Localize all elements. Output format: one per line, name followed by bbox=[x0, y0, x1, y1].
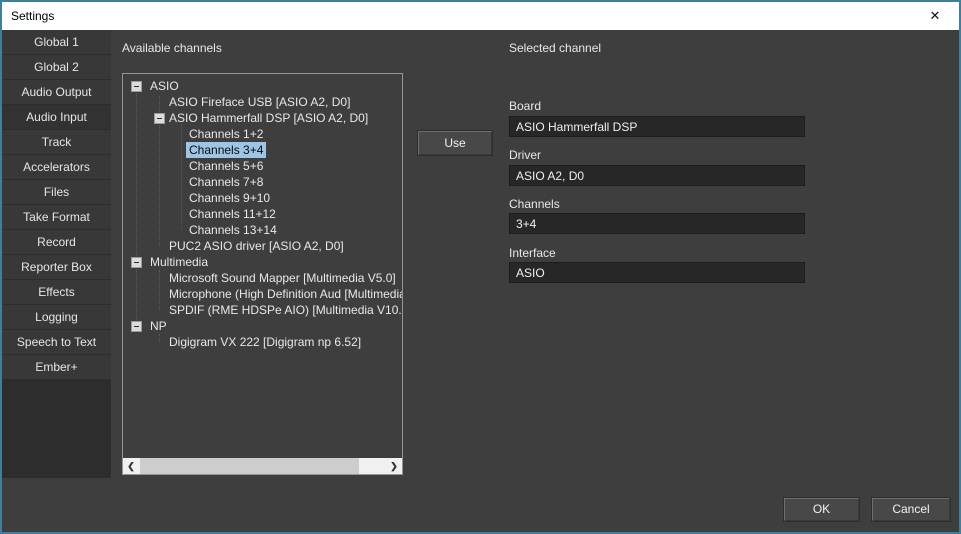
settings-sidebar: Global 1 Global 2 Audio Output Audio Inp… bbox=[2, 30, 111, 478]
tree-item-channels-11-12[interactable]: Channels 11+12 bbox=[123, 206, 402, 222]
available-channels-label: Available channels bbox=[122, 41, 222, 55]
tree-item-label: Multimedia bbox=[147, 254, 211, 270]
tree-item-sound-mapper[interactable]: Microsoft Sound Mapper [Multimedia V5.0] bbox=[123, 270, 402, 286]
tree-item-label: Microsoft Sound Mapper [Multimedia V5.0] bbox=[166, 270, 399, 286]
scroll-left-icon[interactable]: ❮ bbox=[123, 458, 139, 474]
driver-field[interactable] bbox=[509, 165, 805, 186]
tree-item-channels-5-6[interactable]: Channels 5+6 bbox=[123, 158, 402, 174]
sidebar-item-take-format[interactable]: Take Format bbox=[2, 205, 111, 229]
tree-item-channels-1-2[interactable]: Channels 1+2 bbox=[123, 126, 402, 142]
sidebar-item-effects[interactable]: Effects bbox=[2, 280, 111, 304]
tree-item-np[interactable]: NP bbox=[123, 318, 402, 334]
sidebar-item-logging[interactable]: Logging bbox=[2, 305, 111, 329]
tree-item-label: Channels 1+2 bbox=[186, 126, 266, 142]
board-field[interactable] bbox=[509, 116, 805, 137]
tree-item-puc2[interactable]: PUC2 ASIO driver [ASIO A2, D0] bbox=[123, 238, 402, 254]
scrollbar-thumb[interactable] bbox=[140, 458, 359, 474]
tree-item-label: SPDIF (RME HDSPe AIO) [Multimedia V10.0] bbox=[166, 302, 402, 318]
interface-field[interactable] bbox=[509, 262, 805, 283]
sidebar-item-global-1[interactable]: Global 1 bbox=[2, 30, 111, 54]
sidebar-item-files[interactable]: Files bbox=[2, 180, 111, 204]
horizontal-scrollbar[interactable]: ❮ ❯ bbox=[123, 458, 402, 474]
tree-item-label: NP bbox=[147, 318, 170, 334]
tree-item-asio[interactable]: ASIO bbox=[123, 78, 402, 94]
tree-item-channels-3-4-selected[interactable]: Channels 3+4 bbox=[123, 142, 402, 158]
tree-item-label: Channels 11+12 bbox=[186, 206, 279, 222]
use-button[interactable]: Use bbox=[418, 131, 492, 155]
sidebar-item-track[interactable]: Track bbox=[2, 130, 111, 154]
board-label: Board bbox=[509, 99, 541, 113]
tree-item-microphone[interactable]: Microphone (High Definition Aud [Multime… bbox=[123, 286, 402, 302]
tree-item-label: Microphone (High Definition Aud [Multime… bbox=[166, 286, 402, 302]
close-icon[interactable]: ✕ bbox=[917, 2, 953, 30]
sidebar-item-ember[interactable]: Ember+ bbox=[2, 355, 111, 379]
available-channels-tree: ASIO ASIO Fireface USB [ASIO A2, D0] ASI… bbox=[122, 73, 403, 475]
sidebar-item-speech-to-text[interactable]: Speech to Text bbox=[2, 330, 111, 354]
tree-item-hammerfall[interactable]: ASIO Hammerfall DSP [ASIO A2, D0] bbox=[123, 110, 402, 126]
tree-item-label: Channels 5+6 bbox=[186, 158, 266, 174]
settings-dialog: Settings ✕ Global 1 Global 2 Audio Outpu… bbox=[0, 0, 961, 534]
tree-item-label: Channels 7+8 bbox=[186, 174, 266, 190]
channels-field[interactable] bbox=[509, 213, 805, 234]
tree-viewport: ASIO ASIO Fireface USB [ASIO A2, D0] ASI… bbox=[123, 74, 402, 458]
sidebar-item-accelerators[interactable]: Accelerators bbox=[2, 155, 111, 179]
tree-item-channels-7-8[interactable]: Channels 7+8 bbox=[123, 174, 402, 190]
tree-item-label: ASIO Fireface USB [ASIO A2, D0] bbox=[166, 94, 353, 110]
scroll-right-icon[interactable]: ❯ bbox=[386, 458, 402, 474]
tree-item-label: ASIO Hammerfall DSP [ASIO A2, D0] bbox=[166, 110, 371, 126]
collapse-icon[interactable] bbox=[131, 81, 142, 92]
tree-item-label: Channels 9+10 bbox=[186, 190, 273, 206]
tree-item-label: Channels 13+14 bbox=[186, 222, 280, 238]
collapse-icon[interactable] bbox=[154, 113, 165, 124]
ok-button[interactable]: OK bbox=[784, 498, 859, 521]
window-title: Settings bbox=[11, 9, 54, 23]
sidebar-item-audio-input[interactable]: Audio Input bbox=[2, 105, 111, 129]
tree-item-label: Digigram VX 222 [Digigram np 6.52] bbox=[166, 334, 364, 350]
collapse-icon[interactable] bbox=[131, 257, 142, 268]
tree-item-label: PUC2 ASIO driver [ASIO A2, D0] bbox=[166, 238, 347, 254]
driver-label: Driver bbox=[509, 148, 541, 162]
selected-channel-label: Selected channel bbox=[509, 41, 601, 55]
tree-item-channels-13-14[interactable]: Channels 13+14 bbox=[123, 222, 402, 238]
interface-label: Interface bbox=[509, 246, 556, 260]
cancel-button[interactable]: Cancel bbox=[872, 498, 950, 521]
tree-item-label-selected: Channels 3+4 bbox=[186, 142, 266, 158]
tree-item-multimedia[interactable]: Multimedia bbox=[123, 254, 402, 270]
sidebar-item-audio-output[interactable]: Audio Output bbox=[2, 80, 111, 104]
tree-item-label: ASIO bbox=[147, 78, 182, 94]
title-bar: Settings ✕ bbox=[2, 2, 959, 30]
channels-label: Channels bbox=[509, 197, 560, 211]
sidebar-item-record[interactable]: Record bbox=[2, 230, 111, 254]
collapse-icon[interactable] bbox=[131, 321, 142, 332]
tree-item-digigram[interactable]: Digigram VX 222 [Digigram np 6.52] bbox=[123, 334, 402, 350]
tree-item-channels-9-10[interactable]: Channels 9+10 bbox=[123, 190, 402, 206]
tree-item-spdif[interactable]: SPDIF (RME HDSPe AIO) [Multimedia V10.0] bbox=[123, 302, 402, 318]
sidebar-item-reporter-box[interactable]: Reporter Box bbox=[2, 255, 111, 279]
tree-item-fireface[interactable]: ASIO Fireface USB [ASIO A2, D0] bbox=[123, 94, 402, 110]
sidebar-item-global-2[interactable]: Global 2 bbox=[2, 55, 111, 79]
